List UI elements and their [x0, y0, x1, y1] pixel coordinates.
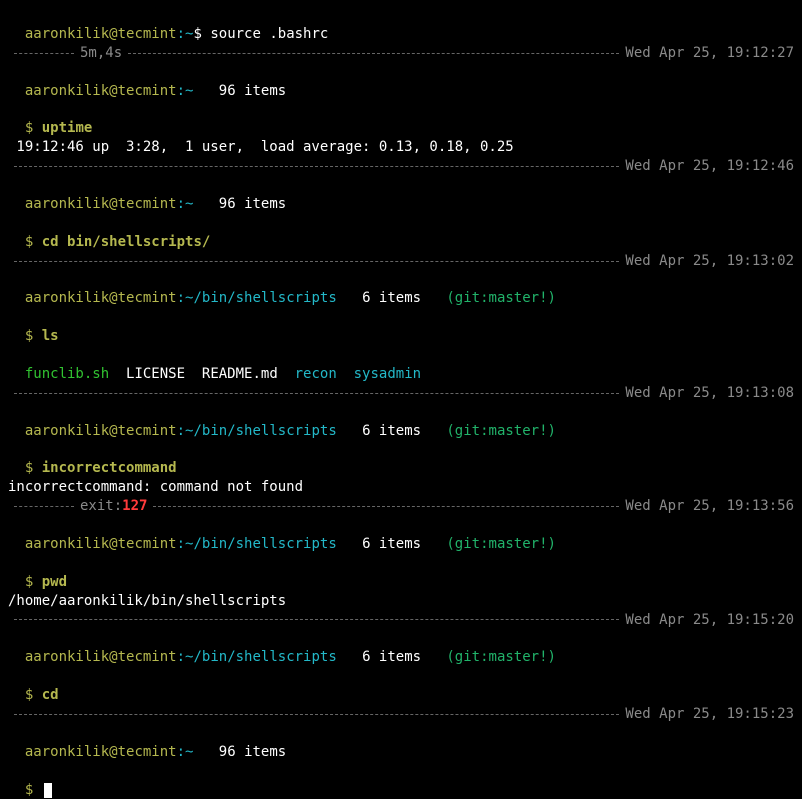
- separator-3: Wed Apr 25, 19:13:08: [8, 384, 794, 403]
- command: cd: [42, 687, 59, 703]
- prompt-line-1-cmd: $ uptime: [8, 100, 794, 138]
- command: pwd: [42, 574, 67, 590]
- command: ls: [42, 328, 59, 344]
- prompt-line-6-cmd: $ cd: [8, 667, 794, 705]
- timestamp: Wed Apr 25, 19:15:20: [625, 611, 794, 630]
- prompt-line-4-cmd: $ incorrectcommand: [8, 440, 794, 478]
- ls-output: funclib.sh LICENSE README.md recon sysad…: [8, 346, 794, 384]
- file: README.md: [202, 366, 278, 382]
- exit-code: 127: [122, 497, 147, 516]
- prompt-line-2-header: aaronkilik@tecmint:~ 96 items: [8, 176, 794, 214]
- host: tecmint: [118, 26, 177, 42]
- item-count: 96 items: [219, 83, 286, 99]
- timestamp: Wed Apr 25, 19:13:08: [625, 384, 794, 403]
- prompt-line-7-input[interactable]: $: [8, 762, 794, 799]
- separator-5: Wed Apr 25, 19:15:20: [8, 611, 794, 630]
- elapsed: 5m,4s: [80, 44, 122, 63]
- prompt-line-1-header: aaronkilik@tecmint:~ 96 items: [8, 63, 794, 101]
- prompt-line-0: aaronkilik@tecmint:~$ source .bashrc: [8, 6, 794, 44]
- command: source .bashrc: [210, 26, 328, 42]
- prompt-line-5-header: aaronkilik@tecmint:~/bin/shellscripts 6 …: [8, 516, 794, 554]
- prompt-line-5-cmd: $ pwd: [8, 554, 794, 592]
- rule-left: [14, 53, 74, 54]
- timestamp: Wed Apr 25, 19:13:56: [625, 497, 794, 516]
- error-output: incorrectcommand: command not found: [8, 478, 794, 497]
- directory: sysadmin: [354, 366, 421, 382]
- timestamp: Wed Apr 25, 19:12:46: [625, 157, 794, 176]
- timestamp: Wed Apr 25, 19:12:27: [625, 44, 794, 63]
- git-status: (git:master!): [446, 290, 556, 306]
- timestamp: Wed Apr 25, 19:15:23: [625, 705, 794, 724]
- cursor-icon: [44, 783, 52, 798]
- prompt-line-7-header: aaronkilik@tecmint:~ 96 items: [8, 724, 794, 762]
- prompt-line-3-header: aaronkilik@tecmint:~/bin/shellscripts 6 …: [8, 270, 794, 308]
- command: incorrectcommand: [42, 460, 177, 476]
- separator-6: Wed Apr 25, 19:15:23: [8, 705, 794, 724]
- prompt-line-3-cmd: $ ls: [8, 308, 794, 346]
- separator-1: Wed Apr 25, 19:12:46: [8, 157, 794, 176]
- prompt-line-2-cmd: $ cd bin/shellscripts/: [8, 214, 794, 252]
- pwd-output: /home/aaronkilik/bin/shellscripts: [8, 592, 794, 611]
- prompt-line-6-header: aaronkilik@tecmint:~/bin/shellscripts 6 …: [8, 629, 794, 667]
- uptime-output: 19:12:46 up 3:28, 1 user, load average: …: [8, 138, 794, 157]
- user: aaronkilik: [25, 26, 109, 42]
- prompt-line-4-header: aaronkilik@tecmint:~/bin/shellscripts 6 …: [8, 403, 794, 441]
- separator-4: exit: 127 Wed Apr 25, 19:13:56: [8, 497, 794, 516]
- command: cd bin/shellscripts/: [42, 234, 211, 250]
- exit-label: exit:: [80, 497, 122, 516]
- directory: recon: [295, 366, 337, 382]
- separator-0: 5m,4s Wed Apr 25, 19:12:27: [8, 44, 794, 63]
- command: uptime: [42, 120, 93, 136]
- file-exec: funclib.sh: [25, 366, 109, 382]
- separator-2: Wed Apr 25, 19:13:02: [8, 252, 794, 271]
- rule: [128, 53, 619, 54]
- file: LICENSE: [126, 366, 185, 382]
- timestamp: Wed Apr 25, 19:13:02: [625, 252, 794, 271]
